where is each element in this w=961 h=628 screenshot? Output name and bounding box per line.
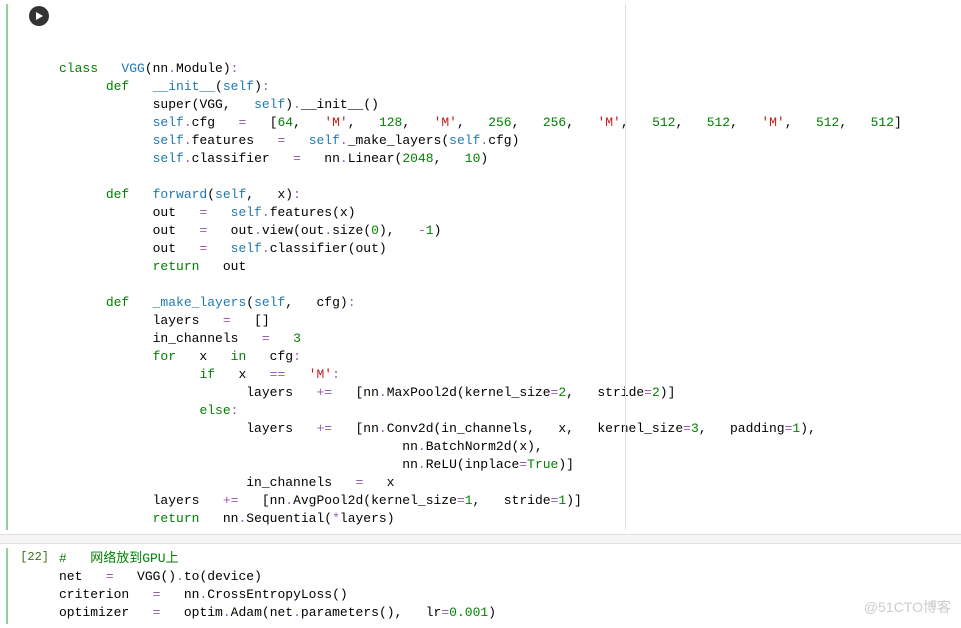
code-cell-2: [22] # 网络放到GPU上net = VGG().to(device)cri… [0, 544, 961, 628]
cell-gutter [0, 4, 55, 530]
code-editor-2[interactable]: # 网络放到GPU上net = VGG().to(device)criterio… [55, 548, 961, 624]
watermark: @51CTO博客 [864, 597, 951, 617]
ruler-line [625, 4, 626, 530]
cell-exec-count: [22] [20, 550, 49, 564]
code-cell-1: class VGG(nn.Module): def __init__(self)… [0, 0, 961, 534]
cell-separator [0, 534, 961, 544]
exec-indicator [6, 548, 8, 624]
run-button[interactable] [29, 6, 49, 26]
code-editor-1[interactable]: class VGG(nn.Module): def __init__(self)… [55, 4, 961, 530]
exec-indicator [6, 4, 8, 530]
cell-gutter: [22] [0, 548, 55, 624]
play-icon [34, 11, 44, 21]
